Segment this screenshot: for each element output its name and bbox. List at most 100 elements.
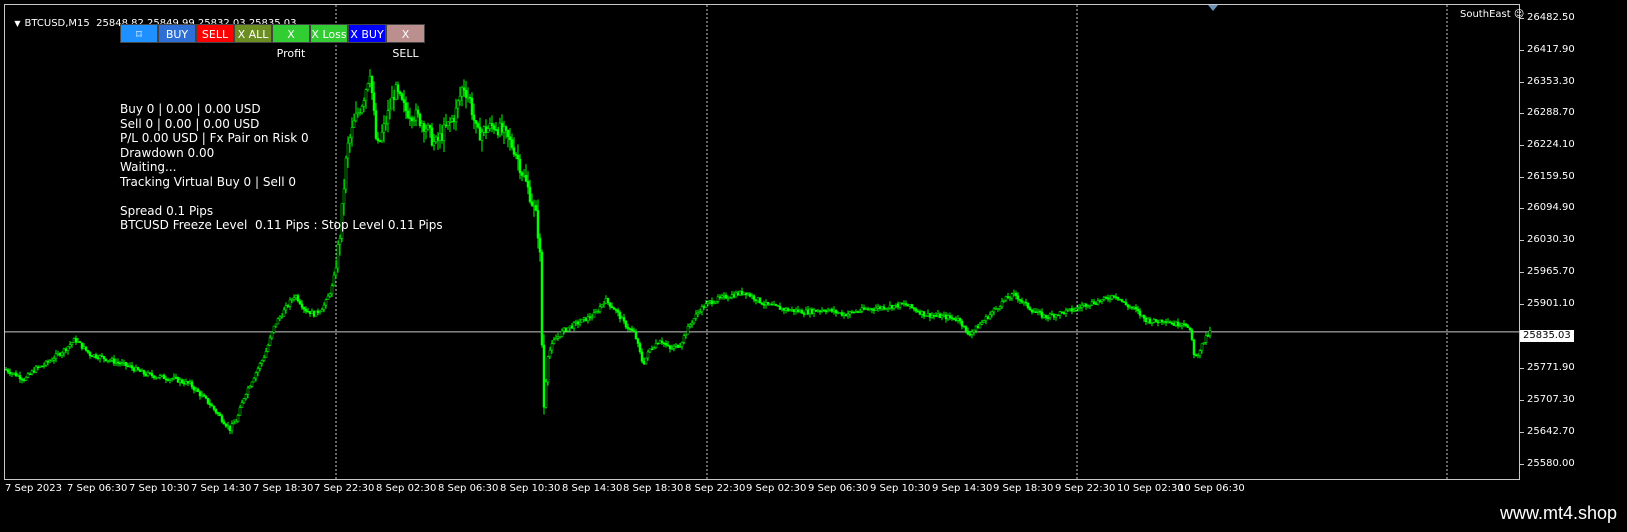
candle-body: [654, 342, 658, 348]
candle-body: [916, 310, 920, 313]
candle-body: [114, 361, 118, 364]
time-tick-label: 7 Sep 18:30: [253, 483, 314, 494]
chart-shift-marker-icon[interactable]: [1208, 5, 1218, 11]
candle-body: [712, 302, 716, 305]
crosshair-button[interactable]: ⌑: [120, 24, 158, 43]
candle-body: [944, 314, 948, 320]
candle-body: [188, 381, 192, 384]
candle-body: [540, 251, 544, 346]
close-all-button[interactable]: X ALL: [234, 24, 272, 43]
corner-label: SouthEast ☺: [1460, 9, 1524, 20]
candle-body: [598, 306, 602, 312]
candle-body: [1006, 296, 1010, 299]
candle-body: [178, 379, 182, 383]
candle-body: [794, 309, 798, 312]
candle-body: [398, 91, 402, 94]
candle-body: [1208, 330, 1212, 336]
candle-body: [610, 306, 614, 308]
candle-body: [482, 126, 486, 133]
candle-body: [200, 394, 204, 397]
chart-area[interactable]: [4, 4, 1520, 480]
candle-body: [524, 175, 528, 182]
time-axis[interactable]: 7 Sep 2023 7 Sep 06:30 7 Sep 10:30 7 Sep 14…: [4, 480, 1518, 498]
candle-body: [50, 360, 54, 362]
candle-body: [272, 325, 276, 333]
close-buy-button[interactable]: X BUY: [348, 24, 386, 43]
candle-body: [554, 338, 558, 341]
candle-body: [762, 304, 766, 306]
candle-body: [722, 294, 726, 297]
price-tick-label: 25965.70: [1519, 266, 1575, 277]
candle-body: [64, 348, 68, 352]
candle-body: [992, 308, 996, 313]
candle-body: [1168, 321, 1172, 324]
close-loss-button[interactable]: X Loss: [310, 24, 348, 43]
candle-body: [54, 353, 58, 359]
candle-body: [1134, 307, 1138, 310]
candle-body: [578, 321, 582, 325]
candle-body: [1180, 323, 1184, 326]
candle-body: [870, 308, 874, 310]
candle-body: [72, 338, 76, 343]
candle-body: [290, 299, 294, 301]
candle-body: [924, 315, 928, 318]
candle-body: [300, 303, 304, 308]
candle-body: [1184, 323, 1188, 327]
candle-body: [606, 298, 610, 303]
drawdown-text: Drawdown 0.00: [120, 145, 215, 160]
candle-body: [332, 274, 336, 286]
candle-body: [454, 107, 458, 123]
candle-body: [368, 75, 372, 84]
candle-body: [786, 308, 790, 312]
candle-body: [208, 403, 212, 406]
candle-body: [690, 322, 694, 325]
candle-body: [1036, 311, 1040, 313]
candle-body: [662, 342, 666, 345]
candle-body: [264, 351, 268, 358]
candle-body: [10, 372, 14, 375]
candle-body: [910, 304, 914, 308]
sell-button[interactable]: SELL: [196, 24, 234, 43]
candle-body: [900, 302, 904, 305]
candle-body: [630, 328, 634, 331]
candle-body: [274, 323, 278, 327]
candle-body: [138, 369, 142, 372]
candle-body: [660, 340, 664, 344]
candle-body: [652, 347, 656, 350]
candle-body: [512, 147, 516, 155]
candle-body: [1130, 306, 1134, 309]
candle-body: [312, 310, 316, 317]
candle-body: [248, 386, 252, 389]
candle-body: [318, 311, 322, 314]
buy-button[interactable]: BUY: [158, 24, 196, 43]
close-profit-button[interactable]: X Profit: [272, 24, 310, 60]
candle-body: [1050, 313, 1054, 316]
candle-body: [586, 316, 590, 322]
candle-body: [1040, 311, 1044, 318]
candle-body: [936, 313, 940, 316]
candle-body: [864, 308, 868, 311]
ea-info-panel: Buy 0 | 0.00 | 0.00 USD Sell 0 | 0.00 | …: [120, 102, 443, 233]
candle-body: [196, 388, 200, 392]
candle-body: [1098, 300, 1102, 302]
price-tick-label: 25707.30: [1519, 394, 1575, 405]
candle-body: [768, 303, 772, 306]
candle-body: [862, 307, 866, 310]
candlestick-chart[interactable]: [5, 5, 1519, 479]
candle-body: [60, 352, 64, 356]
price-tick-label: 26159.50: [1519, 171, 1575, 182]
dropdown-triangle-icon[interactable]: ▼: [14, 19, 20, 28]
candle-body: [650, 348, 654, 351]
candle-body: [288, 299, 292, 307]
close-sell-button[interactable]: X SELL: [386, 24, 425, 60]
candle-body: [6, 369, 10, 373]
candle-body: [532, 205, 536, 207]
candle-body: [858, 310, 862, 313]
candle-body: [16, 375, 20, 377]
candle-body: [48, 360, 52, 363]
candle-body: [496, 129, 500, 136]
candle-body: [642, 360, 646, 365]
candle-body: [1012, 292, 1016, 295]
candle-body: [70, 342, 74, 345]
price-axis[interactable]: 26482.50 26417.90 26353.30 26288.70 26224.10…: [1519, 4, 1627, 480]
